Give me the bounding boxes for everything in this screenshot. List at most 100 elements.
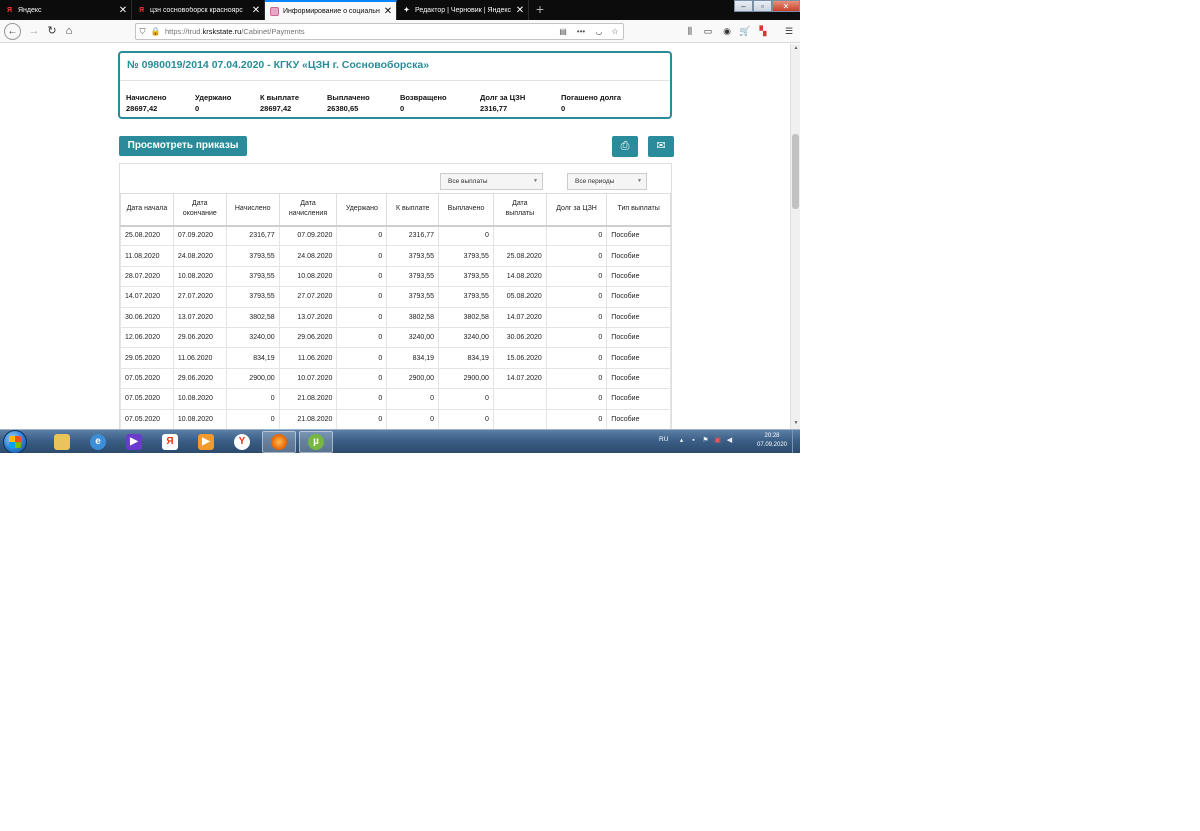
close-window-icon[interactable]: ✕: [772, 0, 800, 12]
show-hidden-icons-icon[interactable]: ▴: [677, 436, 686, 445]
taskbar-explorer[interactable]: [45, 431, 79, 453]
network-status-icon[interactable]: ▣: [713, 436, 722, 445]
table-cell: 24.08.2020: [278, 245, 338, 267]
table-cell: 0: [336, 265, 388, 288]
home-icon[interactable]: ⌂: [61, 23, 77, 39]
close-tab-icon[interactable]: ✕: [514, 5, 526, 16]
reader-view-icon[interactable]: ▤: [555, 27, 571, 36]
email-button[interactable]: ✉: [648, 136, 674, 157]
extension-icon[interactable]: ▚: [756, 24, 770, 38]
clock-date: 07.09.2020: [756, 442, 788, 448]
account-icon[interactable]: ◉: [720, 24, 734, 38]
new-tab-button[interactable]: +: [532, 0, 548, 20]
page-scrollbar[interactable]: ▲ ▼: [790, 44, 800, 429]
column-header[interactable]: Начислено: [225, 193, 280, 227]
payments-table-body: 25.08.2020 07.09.2020 2316,77 07.09.2020 0 23…: [120, 224, 671, 429]
maximize-icon[interactable]: ▫: [753, 0, 772, 12]
view-orders-button[interactable]: Просмотреть приказы: [119, 136, 247, 156]
taskbar-video[interactable]: ▶: [189, 431, 223, 453]
taskbar-firefox[interactable]: [262, 431, 296, 453]
system-clock[interactable]: 20:28 07.09.2020: [752, 432, 792, 450]
language-indicator[interactable]: RU: [659, 436, 668, 443]
table-cell: 3793,55: [438, 265, 494, 288]
close-tab-icon[interactable]: ✕: [250, 5, 262, 16]
table-row: 12.06.2020 29.06.2020 3240,00 29.06.2020 0 32…: [120, 326, 671, 349]
table-cell: 0: [336, 245, 388, 267]
page-content: № 0980019/2014 07.04.2020 - КГКУ «ЦЗН г.…: [0, 44, 790, 429]
table-cell: 0: [438, 224, 494, 247]
table-cell: 3793,55: [438, 245, 494, 267]
table-cell: 27.07.2020: [278, 286, 338, 308]
taskbar-media[interactable]: ▶: [117, 431, 151, 453]
back-arrow-icon[interactable]: ←: [4, 23, 21, 40]
taskbar-utorrent[interactable]: µ: [299, 431, 333, 453]
reload-icon[interactable]: ↻: [44, 23, 60, 39]
internet-explorer-icon: e: [90, 434, 106, 450]
volume-icon[interactable]: ◀: [725, 436, 734, 445]
taskbar-ie[interactable]: e: [81, 431, 115, 453]
url-text[interactable]: https://trud.krskstate.ru/Cabinet/Paymen…: [162, 27, 555, 36]
url-bar[interactable]: ⛉ 🔒 https://trud.krskstate.ru/Cabinet/Pa…: [135, 23, 624, 40]
chevron-down-icon: ▼: [637, 178, 642, 184]
scrollbar-thumb[interactable]: [792, 134, 799, 209]
column-header[interactable]: Дата окончание: [172, 193, 227, 227]
table-cell: 3793,55: [225, 245, 280, 267]
table-cell: 3802,58: [438, 306, 494, 328]
lock-icon[interactable]: 🔒: [149, 27, 162, 36]
table-cell: 2316,77: [386, 224, 440, 247]
action-center-icon[interactable]: ⚑: [701, 436, 710, 445]
tab-zen-editor[interactable]: ✦ Редактор | Черновик | Яндекс ✕: [397, 0, 529, 20]
taskbar-yandex-browser[interactable]: Y: [225, 431, 259, 453]
tab-social-info[interactable]: Информирование о социальн ✕: [265, 0, 397, 20]
table-cell: 0: [225, 408, 280, 429]
summary-accrued: Начислено 28697,42: [126, 93, 167, 113]
table-cell: 14.07.2020: [492, 367, 547, 390]
column-header[interactable]: Долг за ЦЗН: [545, 193, 608, 227]
tab-yandex[interactable]: Я Яндекс ✕: [0, 0, 132, 20]
payments-table: Дата начала Дата окончание Начислено Дат…: [120, 193, 671, 429]
table-cell: 25.08.2020: [120, 224, 174, 247]
taskbar-yandex[interactable]: Я: [153, 431, 187, 453]
column-header[interactable]: Выплачено: [438, 193, 494, 227]
summary-withheld: Удержано 0: [195, 93, 232, 113]
column-header[interactable]: Дата выплаты: [492, 193, 547, 227]
tab-search-czn[interactable]: Я цзн сосновоборск красноярс ✕: [132, 0, 265, 20]
minimize-icon[interactable]: –: [734, 0, 753, 12]
menu-icon[interactable]: ☰: [782, 24, 796, 38]
forward-arrow-icon[interactable]: →: [26, 23, 42, 39]
payments-filter-select[interactable]: Все выплаты ▼: [440, 173, 543, 190]
folder-icon: [54, 434, 70, 450]
page-icon: [270, 6, 279, 16]
email-icon: ✉: [656, 140, 666, 152]
bookmark-star-icon[interactable]: ☆: [607, 27, 623, 36]
scroll-down-icon[interactable]: ▼: [791, 420, 800, 428]
print-button[interactable]: ⎙: [612, 136, 638, 157]
pocket-icon[interactable]: ◡: [591, 27, 607, 36]
table-cell: [492, 408, 547, 429]
column-header[interactable]: К выплате: [386, 193, 440, 227]
table-cell: 2900,00: [438, 367, 494, 390]
table-cell: 0: [545, 408, 608, 429]
cart-icon[interactable]: 🛒: [738, 24, 752, 38]
periods-filter-select[interactable]: Все периоды ▼: [567, 173, 647, 190]
column-header[interactable]: Тип выплаты: [606, 193, 671, 227]
show-desktop-button[interactable]: [792, 430, 800, 453]
close-tab-icon[interactable]: ✕: [382, 6, 394, 17]
table-cell: 10.08.2020: [172, 388, 227, 410]
scroll-up-icon[interactable]: ▲: [791, 45, 800, 53]
column-header[interactable]: Удержано: [336, 193, 388, 227]
network-drive-icon[interactable]: ▪: [689, 436, 698, 445]
close-tab-icon[interactable]: ✕: [117, 5, 129, 16]
table-cell: 0: [545, 347, 608, 369]
page-actions-icon[interactable]: •••: [571, 27, 591, 36]
column-header[interactable]: Дата начисления: [278, 193, 338, 227]
table-cell: Пособие: [606, 388, 671, 410]
table-cell: 0: [336, 408, 388, 429]
table-cell: 0: [545, 286, 608, 308]
library-icon[interactable]: ⫼: [683, 24, 697, 38]
table-row: 07.05.2020 10.08.2020 0 21.08.2020 0 0 0 0 Пособ…: [120, 388, 671, 410]
column-header[interactable]: Дата начала: [120, 193, 174, 227]
shield-icon[interactable]: ⛉: [136, 27, 149, 37]
sidebar-icon[interactable]: ▭: [701, 24, 715, 38]
start-button[interactable]: [3, 430, 27, 453]
